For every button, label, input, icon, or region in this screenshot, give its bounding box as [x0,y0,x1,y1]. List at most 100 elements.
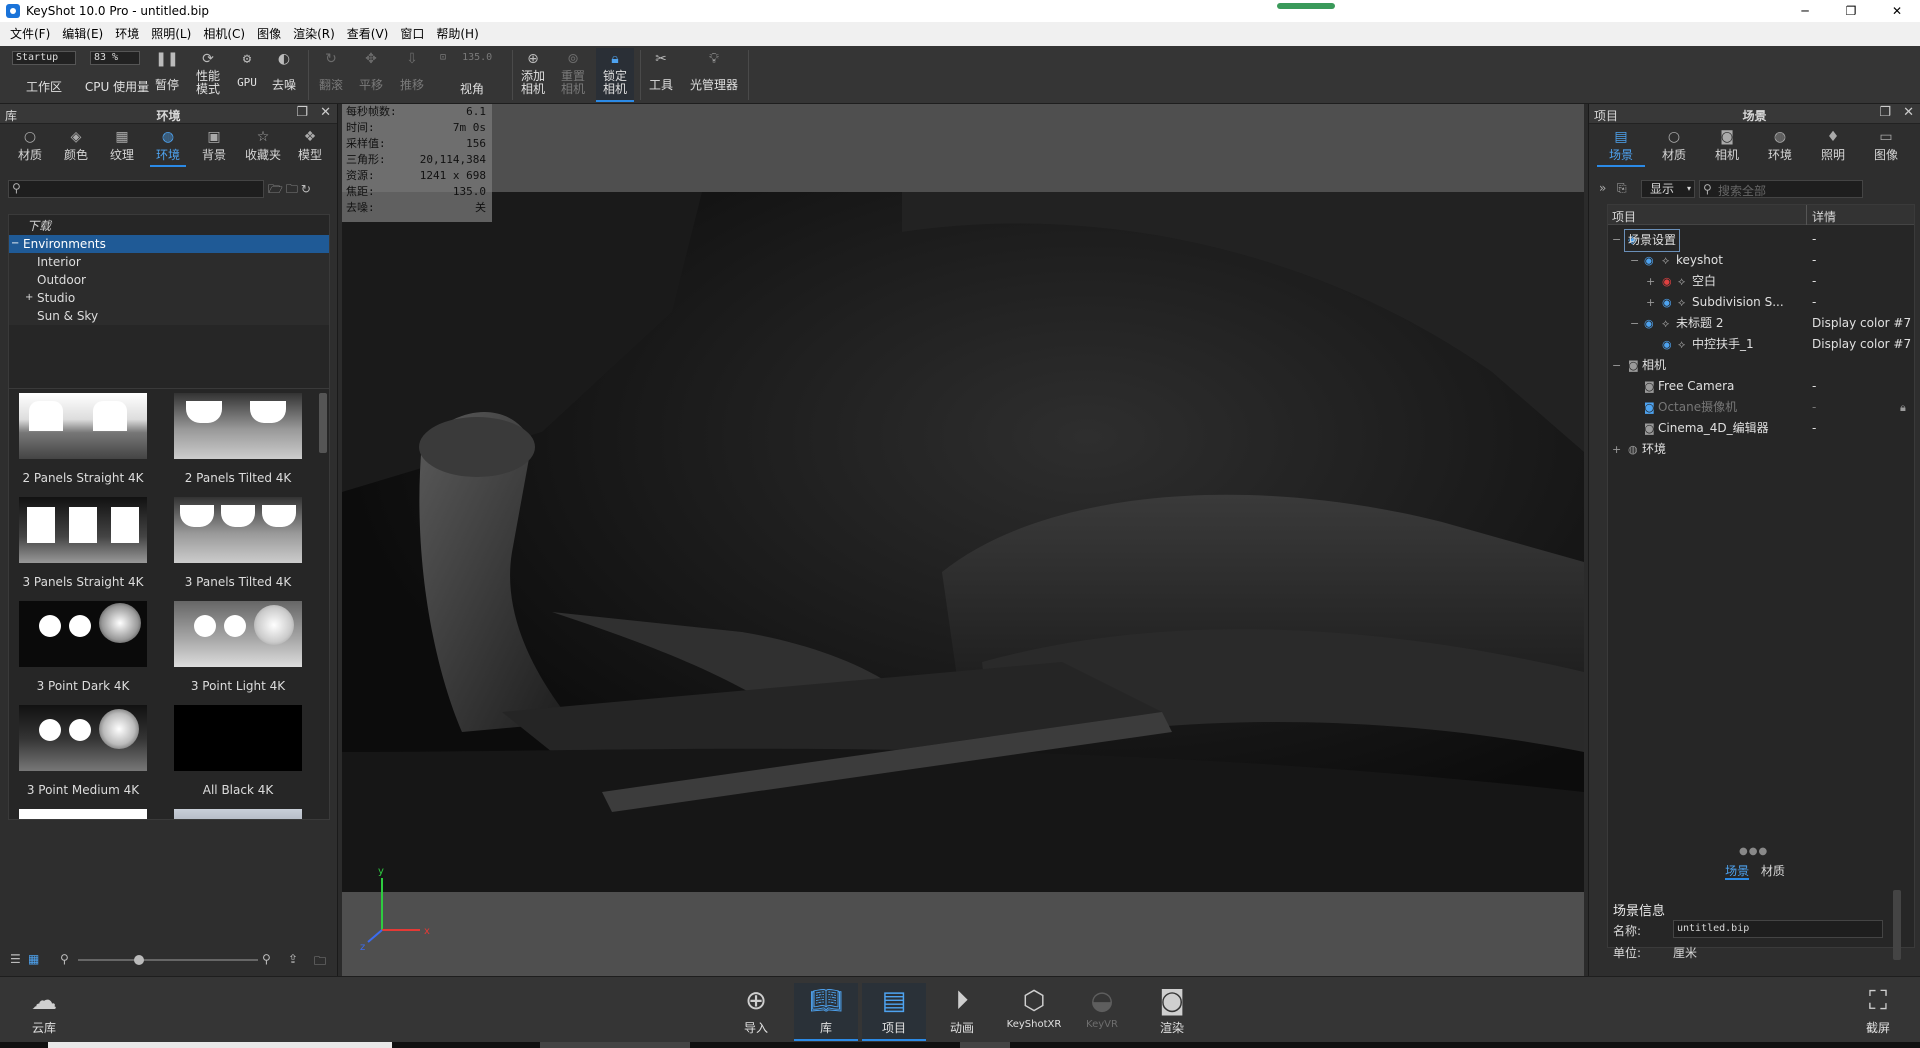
slider-handle[interactable] [134,955,144,965]
refresh-icon[interactable]: ↻ [301,182,314,196]
tab-textures[interactable]: ▦ 纹理 [100,128,144,163]
taskbar-item[interactable] [48,1042,392,1048]
workspace-select[interactable]: Startup [12,51,76,65]
tab-material[interactable]: ○ 材质 [1648,128,1700,163]
scene-row-empty[interactable]: + ◉ ⟡ 空白 - [1608,271,1914,292]
scene-row-environment[interactable]: + ◍ 环境 [1608,439,1914,460]
tab-favorites[interactable]: ☆ 收藏夹 [238,128,288,163]
render-viewport[interactable]: 每秒帧数: 6.1 时间: 7m 0s 采样值: 156 三角形: 20,114,384… [342,104,1584,976]
folder-open-icon[interactable]: 🗁︎ [268,182,286,196]
grid-view-icon[interactable]: ▦ [28,952,39,966]
close-icon[interactable]: ✕ [320,105,331,120]
scene-name-input[interactable]: untitled.bip [1673,920,1883,938]
display-select[interactable]: 显示 ▾ [1641,180,1695,198]
tree-item-downloads[interactable]: 下载 [9,217,329,235]
menu-edit[interactable]: 编辑(E) [56,22,109,46]
menu-environment[interactable]: 环境 [109,22,145,46]
project-scrollbar[interactable] [1893,890,1901,960]
denoise-button[interactable]: ◐ 去噪 [268,50,300,93]
tab-environments[interactable]: ◍ 环境 [146,128,190,167]
keyvr-button[interactable]: ◒ KeyVR [1070,983,1134,1030]
zoom-out-icon[interactable]: ⚲ [60,952,69,966]
scene-row-cameras[interactable]: − ◙ 相机 [1608,355,1914,376]
render-button[interactable]: ◙ 渲染 [1140,983,1204,1036]
menu-view[interactable]: 查看(V) [341,22,395,46]
zoom-in-icon[interactable]: ⚲ [262,952,271,966]
thumbnail-3-panels-straight[interactable]: 3 Panels Straight 4K [19,497,147,600]
visibility-eye-icon[interactable]: ◉ [1662,292,1672,313]
reset-camera-button[interactable]: ⊚ 重置相机 [556,50,590,96]
thumbnail-3-panels-tilted[interactable]: 3 Panels Tilted 4K [174,497,302,600]
maximize-button[interactable]: ❐ [1828,0,1874,22]
dolly-button[interactable]: ⇩ 推移 [395,50,429,93]
tumble-button[interactable]: ↻ 翻滚 [314,50,348,93]
list-view-icon[interactable]: ☰ [10,952,21,966]
screenshot-button[interactable]: ⛶ 截屏 [1846,983,1910,1036]
scene-row-armrest[interactable]: ◉ ⟡ 中控扶手_1 Display color #7 [1608,334,1914,355]
keyshotxr-button[interactable]: ⬡ KeyShotXR [1000,983,1068,1030]
menu-file[interactable]: 文件(F) [4,22,56,46]
column-header-item[interactable]: 项目 [1612,208,1636,225]
performance-mode-button[interactable]: ⟳ 性能模式 [190,50,226,96]
undock-icon[interactable]: ❐ [296,105,308,120]
tab-materials[interactable]: ○ 材质 [8,128,52,163]
folder-add-icon[interactable]: 🗀︎ [286,182,301,196]
bottom-tab-scene[interactable]: 场景 [1725,864,1750,880]
taskbar-item[interactable] [540,1042,690,1048]
scene-row-cinema4d-camera[interactable]: ◙ Cinema_4D_编辑器 - [1608,418,1914,439]
thumbnail-scrollbar[interactable] [319,393,327,453]
menu-camera[interactable]: 相机(C) [197,22,251,46]
scene-row-subdivision[interactable]: + ◉ ⟡ Subdivision S... - [1608,292,1914,313]
scene-tool-icon[interactable]: ⎘ [1617,181,1627,196]
splitter-handle[interactable]: ●●● [1739,846,1768,857]
upload-icon[interactable]: ⇪ [288,952,298,966]
expand-all-icon[interactable]: » [1599,181,1606,195]
thumbnail-all-black[interactable]: All Black 4K [174,705,302,808]
visibility-eye-icon[interactable]: ◉ [1644,313,1654,334]
library-button[interactable]: 📖︎ 库 [794,983,858,1041]
tree-item-interior[interactable]: Interior [9,253,329,271]
scene-row-untitled-2[interactable]: − ◉ ⟡ 未标题 2 Display color #7 [1608,313,1914,334]
tab-colors[interactable]: ◈ 颜色 [54,128,98,163]
scene-search-input[interactable]: ⚲ 搜索全部 [1699,180,1863,198]
menu-image[interactable]: 图像 [251,22,287,46]
column-header-detail[interactable]: 详情 [1812,208,1836,225]
scene-row-keyshot[interactable]: − ◉ ⟡ keyshot - [1608,250,1914,271]
tab-models[interactable]: ❖ 模型 [288,128,332,163]
add-camera-button[interactable]: ⊕ 添加相机 [516,50,550,96]
minimize-button[interactable]: ─ [1782,0,1828,22]
gpu-button[interactable]: ⚙ GPU [232,50,262,89]
tab-image[interactable]: ▭ 图像 [1860,128,1912,163]
taskbar-item[interactable] [960,1042,1010,1048]
cpu-usage-select[interactable]: 83 % [90,51,140,65]
scene-row-free-camera[interactable]: ◙ Free Camera - [1608,376,1914,397]
cloud-library-button[interactable]: ☁ 云库 [12,983,76,1036]
import-button[interactable]: ⊕ 导入 [724,983,788,1036]
fov-field[interactable]: ⊡ 135.0 [440,52,500,63]
thumbnail-interior-hdri[interactable] [174,809,302,819]
lock-camera-button[interactable]: 🔒︎ 锁定相机 [596,48,634,102]
thumbnail-3-point-light[interactable]: 3 Point Light 4K [174,601,302,704]
tools-button[interactable]: ✂ 工具 [644,50,678,93]
thumbnail-2-panels-straight[interactable]: 2 Panels Straight 4K [19,393,147,496]
scene-row-settings[interactable]: − ◈ 场景设置 - [1608,229,1914,252]
tab-environment[interactable]: ◍ 环境 [1754,128,1806,163]
menu-lighting[interactable]: 照明(L) [145,22,197,46]
pan-button[interactable]: ✥ 平移 [354,50,388,93]
project-button[interactable]: ▤ 项目 [862,983,926,1041]
menu-window[interactable]: 窗口 [394,22,430,46]
tab-backplates[interactable]: ▣ 背景 [192,128,236,163]
folder-icon[interactable]: 🗀︎ [314,952,326,973]
light-manager-button[interactable]: 💡︎ 光管理器 [686,50,742,93]
undock-icon[interactable]: ❐ [1879,105,1891,120]
visibility-eye-icon[interactable]: ◉ [1662,334,1672,355]
tree-item-studio[interactable]: + Studio [9,289,329,307]
bottom-tab-material[interactable]: 材质 [1761,864,1785,878]
visibility-eye-icon[interactable]: ◉ [1644,250,1654,271]
tree-item-environments[interactable]: − Environments [9,235,329,253]
menu-render[interactable]: 渲染(R) [287,22,341,46]
tab-lighting[interactable]: ♦ 照明 [1807,128,1859,163]
hidden-eye-icon[interactable]: ◉ [1662,271,1672,292]
tree-item-outdoor[interactable]: Outdoor [9,271,329,289]
pause-button[interactable]: ❚❚ 暂停 [152,50,182,93]
